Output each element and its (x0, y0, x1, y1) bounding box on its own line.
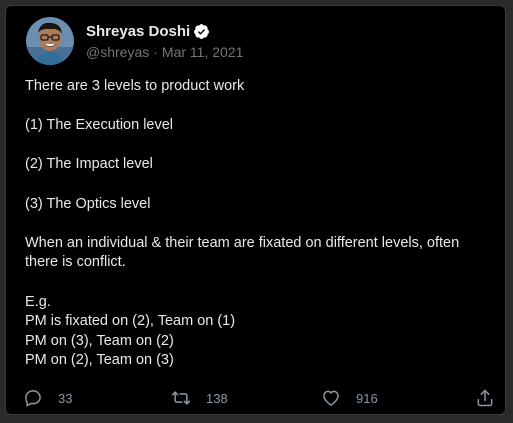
share-button[interactable] (475, 386, 495, 410)
heart-icon (321, 388, 341, 408)
retweet-button[interactable]: 138 (171, 386, 228, 410)
tweet-paragraph: When an individual & their team are fixa… (25, 234, 464, 271)
handle[interactable]: @shreyas (86, 44, 149, 60)
name-row: Shreyas Doshi (86, 21, 243, 41)
tweet-card: Shreyas Doshi @shreyas · Mar 11, 2021 Th… (5, 5, 506, 415)
tweet-date[interactable]: Mar 11, 2021 (162, 44, 243, 60)
avatar[interactable] (26, 17, 74, 65)
reply-button[interactable]: 33 (23, 386, 72, 410)
reply-count: 33 (58, 390, 73, 406)
tweet-paragraph: (1) The Execution level (25, 117, 174, 134)
author-block: Shreyas Doshi @shreyas · Mar 11, 2021 (86, 21, 243, 61)
display-name[interactable]: Shreyas Doshi (86, 23, 190, 40)
tweet-paragraph: There are 3 levels to product work (25, 78, 245, 94)
tweet-header: Shreyas Doshi @shreyas · Mar 11, 2021 (26, 17, 243, 65)
like-button[interactable]: 916 (321, 386, 378, 410)
share-icon (475, 388, 495, 408)
meta-separator: · (153, 44, 158, 60)
reply-icon (23, 388, 43, 408)
tweet-text: There are 3 levels to product work (1) T… (25, 77, 485, 371)
like-count: 916 (356, 390, 378, 406)
tweet-actions: 33 138 916 (23, 386, 493, 410)
retweet-count: 138 (206, 390, 228, 406)
verified-badge-icon (193, 23, 210, 40)
tweet-paragraph: (3) The Optics level (25, 195, 151, 212)
tweet-paragraph: E.g. PM is fixated on (2), Team on (1) P… (25, 293, 236, 369)
meta-row: @shreyas · Mar 11, 2021 (86, 44, 243, 60)
tweet-paragraph: (2) The Impact level (25, 156, 153, 173)
retweet-icon (171, 388, 191, 408)
